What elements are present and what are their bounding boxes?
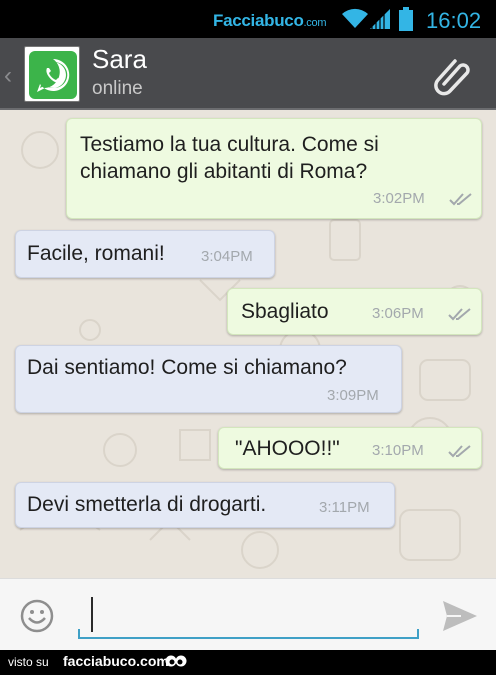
message-bubble-incoming[interactable]: Devi smetterla di drogarti. 3:11PM [15,482,395,528]
status-bar-brand-suffix: .com [303,17,327,29]
send-icon[interactable] [441,599,479,633]
battery-icon [399,7,413,31]
message-bubble-outgoing[interactable]: "AHOOO!!" 3:10PM [218,427,482,469]
message-input[interactable] [78,591,419,639]
chat-area[interactable]: Testiamo la tua cultura. Come si chiaman… [0,110,496,578]
message-text: Sbagliato [241,300,329,323]
message-text: Dai sentiamo! Come si chiamano? [27,356,347,379]
message-time: 3:02PM [373,190,425,207]
text-caret [91,597,93,632]
message-text: Facile, romani! [27,242,165,265]
message-bubble-outgoing[interactable]: Testiamo la tua cultura. Come si chiaman… [66,118,482,219]
message-text: Devi smetterla di drogarti. [27,493,267,516]
wifi-icon [342,8,368,28]
chevron-left-icon[interactable]: ‹ [4,62,12,90]
footer-visto-label: visto su [8,655,49,669]
message-input-bar [0,578,496,650]
double-check-icon [448,308,471,321]
watermark-footer: visto su facciabuco.com [0,650,496,675]
footer-site-name: facciabuco.com [63,653,169,669]
status-bar-brand: Facciabuco.com [213,11,326,31]
status-bar-brand-name: Facciabuco [213,11,304,30]
message-text: chiamano gli abitanti di Roma? [80,160,368,183]
smiley-icon[interactable] [19,598,55,634]
contact-name[interactable]: Sara [92,44,147,75]
message-bubble-incoming[interactable]: Facile, romani! 3:04PM [15,230,275,278]
message-bubble-incoming[interactable]: Dai sentiamo! Come si chiamano? 3:09PM [15,345,402,413]
message-bubble-outgoing[interactable]: Sbagliato 3:06PM [227,288,482,335]
paperclip-icon[interactable] [430,52,476,98]
message-time: 3:10PM [372,442,424,459]
message-time: 3:09PM [327,387,379,404]
message-text: "AHOOO!!" [235,437,340,460]
double-check-icon [448,445,471,458]
contact-status: online [92,78,143,99]
status-bar: Facciabuco.com 16:02 [0,0,496,38]
double-check-icon [449,193,472,206]
message-text: Testiamo la tua cultura. Come si [80,133,379,156]
eyes-icon [165,655,187,667]
signal-icon [370,9,390,29]
status-bar-time: 16:02 [426,8,482,33]
message-time: 3:06PM [372,305,424,322]
contact-avatar[interactable] [24,46,80,102]
message-time: 3:04PM [201,248,253,265]
message-time: 3:11PM [319,499,370,516]
whatsapp-icon [29,51,77,99]
chat-header: ‹ Sara online [0,38,496,110]
